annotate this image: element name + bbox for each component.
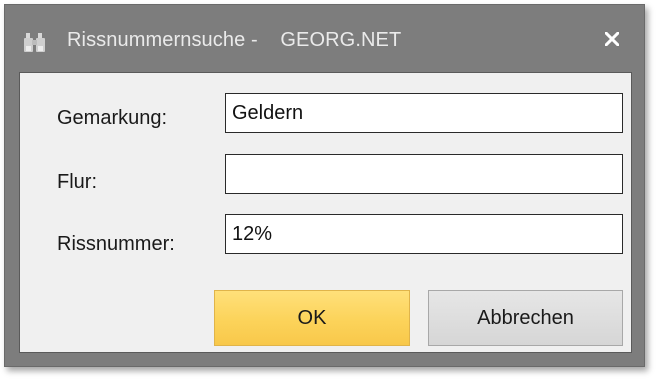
rissnummer-input[interactable] — [225, 214, 623, 254]
flur-input[interactable] — [225, 154, 623, 194]
window-title: Rissnummernsuche - GEORG.NET — [67, 29, 402, 51]
title-bar: Rissnummernsuche - GEORG.NET — [5, 5, 644, 71]
binoculars-icon — [24, 31, 50, 53]
gemarkung-input[interactable] — [225, 93, 623, 133]
dialog-window: Rissnummernsuche - GEORG.NET Gemarkung: … — [4, 4, 645, 367]
close-button[interactable] — [600, 29, 624, 53]
dialog-content: Gemarkung: Flur: Rissnummer: OK Abbreche… — [19, 72, 632, 353]
cancel-button[interactable]: Abbrechen — [428, 290, 623, 346]
ok-button[interactable]: OK — [214, 290, 410, 346]
gemarkung-label: Gemarkung: — [57, 107, 168, 129]
close-icon — [603, 30, 621, 51]
rissnummer-label: Rissnummer: — [57, 233, 175, 255]
flur-label: Flur: — [57, 171, 97, 193]
